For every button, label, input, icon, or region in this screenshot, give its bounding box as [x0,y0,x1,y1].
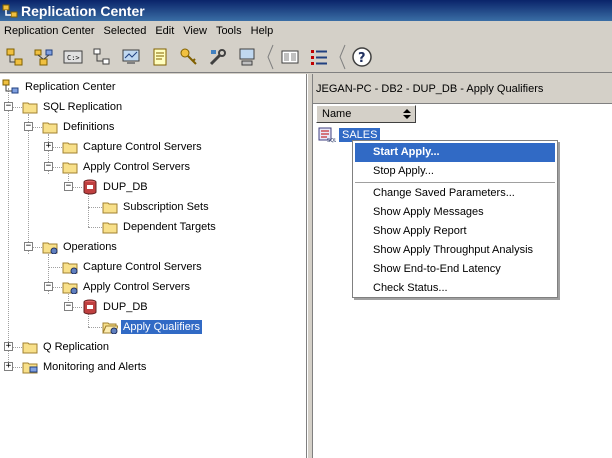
list-icon[interactable] [307,45,331,69]
tree-label: Dependent Targets [123,221,216,233]
menu-bar: Replication Center Selected Edit View To… [0,21,612,41]
collapse-toggle[interactable]: − [4,102,13,111]
collapse-toggle[interactable]: − [24,122,33,131]
menu-item-show-apply-messages[interactable]: Show Apply Messages [355,203,555,222]
expand-toggle[interactable]: + [4,342,13,351]
operations-folder-icon [62,282,78,294]
database-icon [83,179,97,195]
tree-node-dependent-targets[interactable]: Dependent Targets [102,218,218,236]
computer-icon[interactable] [235,45,259,69]
svg-text:SQL: SQL [327,138,336,143]
content-path: JEGAN-PC - DB2 - DUP_DB - Apply Qualifie… [313,74,612,104]
help-icon[interactable]: ? [350,45,374,69]
menu-separator [355,182,555,183]
menu-item-start-apply[interactable]: Start Apply... [355,143,555,162]
menu-item-show-apply-throughput-analysis[interactable]: Show Apply Throughput Analysis [355,241,555,260]
tree-icon[interactable] [3,45,27,69]
tree-label: Definitions [63,121,115,133]
tree-node-def-capture-control-servers[interactable]: Capture Control Servers [62,138,204,156]
column-header-label: Name [322,108,352,120]
monitoring-folder-icon [22,362,38,373]
operations-folder-icon [62,262,78,274]
tree-node-def-apply-control-servers[interactable]: Apply Control Servers [62,158,192,176]
database-icon [83,299,97,315]
folder-icon [102,202,118,213]
tree-label: Operations [63,241,117,253]
tree-node-operations[interactable]: Operations [42,238,119,256]
expand-toggle[interactable]: + [4,362,13,371]
window-title: Replication Center [21,2,145,19]
key-icon[interactable] [177,45,201,69]
context-menu: Start Apply... Stop Apply... Change Save… [352,140,558,298]
navigation-tree[interactable]: Replication Center − SQL Replication − D… [0,74,307,458]
replication-center-icon [2,79,19,94]
folder-icon [62,162,78,173]
tree-node-definitions[interactable]: Definitions [42,118,116,136]
menu-help[interactable]: Help [248,22,280,40]
menu-item-show-apply-report[interactable]: Show Apply Report [355,222,555,241]
tree-node-monitoring-and-alerts[interactable]: Monitoring and Alerts [22,358,148,376]
open-folder-icon [102,322,118,334]
folder-icon [22,102,38,113]
grid-icon[interactable] [278,45,302,69]
menu-tools[interactable]: Tools [213,22,248,40]
note-icon[interactable] [148,45,172,69]
tree-node-apply-qualifiers[interactable]: Apply Qualifiers [102,318,203,336]
tree-label: Subscription Sets [123,201,209,213]
svg-text:?: ? [358,51,366,66]
folder-icon [42,122,58,133]
menu-view[interactable]: View [180,22,213,40]
tree-node-subscription-sets[interactable]: Subscription Sets [102,198,211,216]
launchpad-icon[interactable] [90,45,114,69]
tree-label: Capture Control Servers [83,261,202,273]
toolbar-separator [267,44,274,69]
tree-node-op-capture-control-servers[interactable]: Capture Control Servers [62,258,204,276]
title-bar: Replication Center [0,0,612,21]
collapse-toggle[interactable]: − [64,302,73,311]
menu-item-change-saved-parameters[interactable]: Change Saved Parameters... [355,184,555,203]
operations-folder-icon [42,242,58,254]
collapse-toggle[interactable]: − [44,162,53,171]
menu-item-stop-apply[interactable]: Stop Apply... [355,162,555,181]
tree-label: Apply Control Servers [83,161,190,173]
tree-label: Capture Control Servers [83,141,202,153]
menu-edit[interactable]: Edit [152,22,180,40]
column-header-name[interactable]: Name [316,105,416,123]
monitor-icon[interactable] [119,45,143,69]
svg-text:C:>: C:> [67,54,80,62]
tree-label: Apply Qualifiers [121,320,203,334]
folder-icon [22,342,38,353]
tree-label: SQL Replication [43,101,123,113]
tree-label: Q Replication [43,341,110,353]
sort-icon [403,109,411,119]
console-icon[interactable]: C:> [61,45,85,69]
folder-icon [62,142,78,153]
menu-item-show-end-to-end-latency[interactable]: Show End-to-End Latency [355,260,555,279]
replication-center-icon [2,4,18,17]
expand-toggle[interactable]: + [44,142,53,151]
menu-replication-center[interactable]: Replication Center [1,22,101,40]
collapse-toggle[interactable]: − [64,182,73,191]
tree-label: Monitoring and Alerts [43,361,147,373]
tools-icon[interactable] [206,45,230,69]
menu-selected[interactable]: Selected [101,22,153,40]
collapse-toggle[interactable]: − [44,282,53,291]
network-icon[interactable] [32,45,56,69]
toolbar-separator [339,44,346,69]
tree-node-op-dup-db[interactable]: DUP_DB [82,298,150,316]
tree-node-sql-replication[interactable]: SQL Replication [22,98,124,116]
apply-qualifier-icon: SQL [318,127,336,143]
tree-node-replication-center[interactable]: Replication Center [2,78,118,96]
tree-label: DUP_DB [103,301,148,313]
tree-node-def-dup-db[interactable]: DUP_DB [82,178,150,196]
tree-label: DUP_DB [103,181,148,193]
toolbar: C:> ? [0,41,612,73]
tree-label: Replication Center [25,81,116,93]
tree-node-op-apply-control-servers[interactable]: Apply Control Servers [62,278,192,296]
folder-icon [102,222,118,233]
tree-label: Apply Control Servers [83,281,190,293]
menu-item-check-status[interactable]: Check Status... [355,279,555,298]
tree-node-q-replication[interactable]: Q Replication [22,338,111,356]
collapse-toggle[interactable]: − [24,242,33,251]
